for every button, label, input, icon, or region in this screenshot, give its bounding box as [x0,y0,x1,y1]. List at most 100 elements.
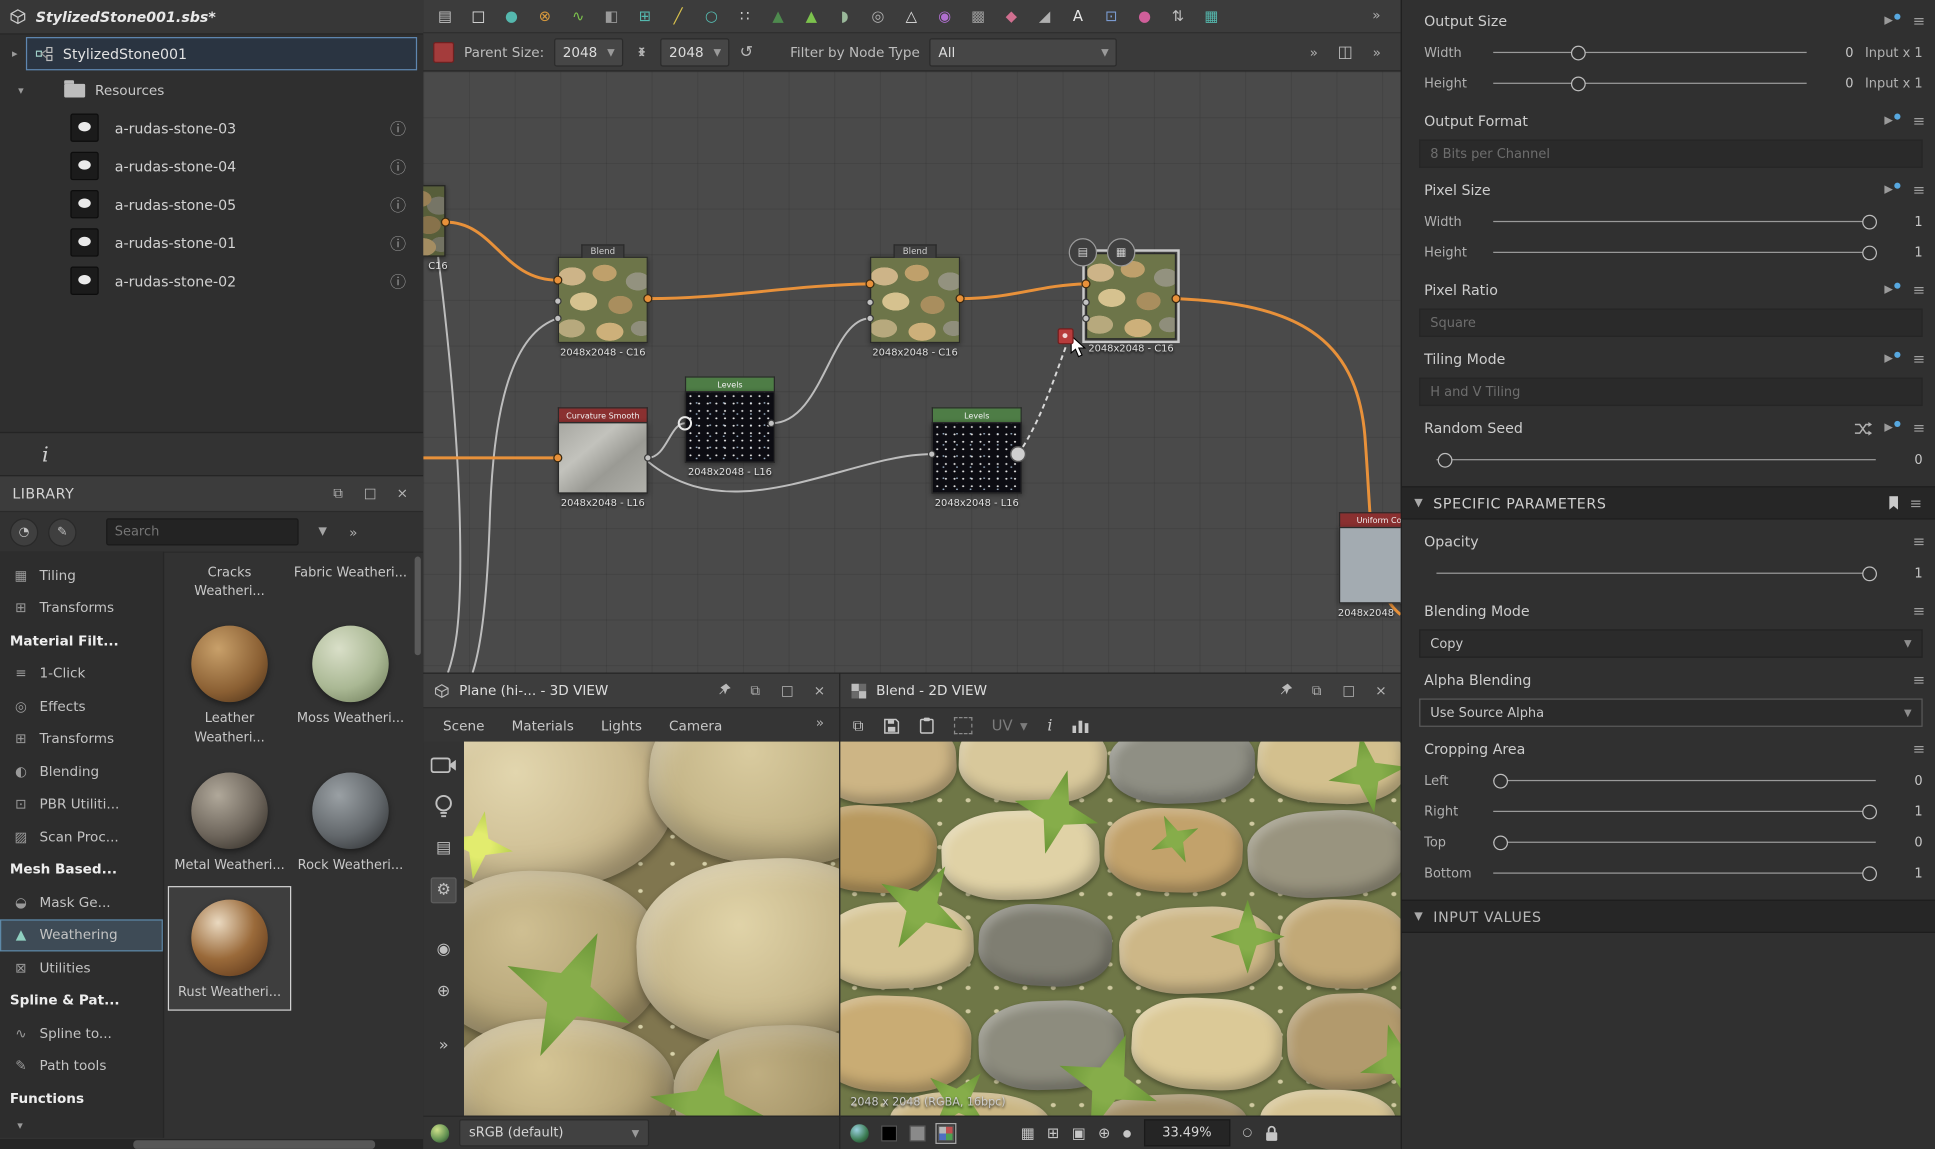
toolbar-node-button[interactable]: ▩ [961,0,994,33]
library-category[interactable]: Spline & Pat... [0,984,163,1017]
pin-icon[interactable] [718,682,732,696]
shuffle-icon[interactable] [1855,421,1872,435]
zoom-level-input[interactable] [1144,1119,1230,1146]
library-category[interactable]: ∿ Spline to... [0,1017,163,1050]
split-view-icon[interactable]: ◫ [1338,43,1353,62]
link-size-icon[interactable] [633,44,650,59]
collapse-chevron-icon[interactable]: ▾ [12,85,29,97]
toolbar-node-button[interactable]: △ [895,0,928,33]
library-overflow-icon[interactable]: » [339,524,367,540]
library-item[interactable]: Metal Weatheri... [169,760,290,882]
info-icon[interactable]: ⓘ [390,193,406,216]
graph-panel-overflow-icon[interactable]: » [1363,44,1391,60]
library-item[interactable]: Fabric Weatheri... [290,559,411,609]
grid-toggle-icon[interactable]: ▦ [1021,1124,1035,1141]
parameter-menu-icon[interactable]: ≡ [1913,740,1925,757]
toolbar-node-button[interactable]: ╱ [661,0,694,33]
bookmark-icon[interactable] [1889,495,1900,510]
output-format-dropdown[interactable]: 8 Bits per Channel [1419,139,1922,167]
expand-chevron-icon[interactable]: ▸ [6,48,23,60]
background-black-swatch[interactable] [881,1125,897,1141]
expose-parameter-icon[interactable]: ▶ [1884,15,1900,27]
toolbar-node-button[interactable]: ⊞ [628,0,661,33]
toolbar-node-button[interactable]: ◆ [995,0,1028,33]
info-icon[interactable]: ⓘ [390,231,406,254]
output-height-slider[interactable] [1493,75,1806,92]
resource-item[interactable]: a-rudas-stone-05 ⓘ [0,185,423,223]
expose-parameter-icon[interactable]: ▶ [1884,115,1900,127]
save-image-icon[interactable] [883,718,899,734]
node-quick-edit-button[interactable]: ▤ [1069,238,1097,266]
toolbar-node-button[interactable]: ◗ [828,0,861,33]
toolbar-node-button[interactable]: ∿ [561,0,594,33]
graph-canvas[interactable]: C16 Blend 2048x2048 - C16 Blend 2048x204… [423,72,1400,673]
toolbar-node-button[interactable]: □ [462,0,495,33]
copy-image-icon[interactable]: ⧉ [853,716,864,735]
library-category[interactable]: ◒ Mask Ge... [0,886,163,919]
library-category[interactable]: ▦ Tiling [0,559,163,592]
node-input-image[interactable]: C16 [423,185,445,257]
toolbar-node-button[interactable]: ⊡ [1095,0,1128,33]
cropping-slider[interactable] [1493,772,1876,789]
library-category[interactable]: ✎ Path tools [0,1050,163,1083]
node-type-filter-dropdown[interactable]: All▼ [930,38,1118,66]
toolbar-node-button[interactable]: ◉ [928,0,961,33]
library-category[interactable]: ⊡ PBR Utiliti... [0,788,163,821]
document-title-row[interactable]: StylizedStone001.sbs* [0,0,423,35]
library-item[interactable]: Moss Weatheri... [290,614,411,755]
expose-parameter-icon[interactable]: ▶ [1884,184,1900,196]
parameter-menu-icon[interactable]: ≡ [1913,281,1925,298]
node-quick-grid-button[interactable]: ▦ [1107,238,1135,266]
paste-icon[interactable] [919,717,934,734]
node-blend-selected[interactable]: 2048x2048 - C16 [1086,253,1176,339]
toolbar-node-button[interactable]: ∷ [728,0,761,33]
library-category[interactable]: ◎ Effects [0,690,163,723]
library-item[interactable]: Rust Weatheri... [169,887,290,1009]
cropping-slider[interactable] [1493,864,1876,881]
library-item[interactable]: Rock Weatheri... [290,760,411,882]
toolbar-node-button[interactable]: ○ [695,0,728,33]
resources-folder-row[interactable]: ▾ Resources [0,73,423,109]
camera-icon[interactable] [431,752,457,778]
node-levels-2[interactable]: Levels 2048x2048 - L16 [932,407,1022,493]
center-view-icon[interactable]: ⊕ [1098,1124,1110,1141]
node-uniform-color[interactable]: Uniform Col... 2048x2048 [1339,512,1401,603]
library-category[interactable]: ⊞ Transforms [0,592,163,625]
info-icon[interactable]: ⓘ [390,154,406,177]
cropping-slider[interactable] [1493,834,1876,851]
close-panel-icon[interactable]: × [811,682,828,699]
engine-status-icon[interactable] [433,41,454,62]
library-category[interactable]: ▨ Scan Proc... [0,821,163,854]
filter-icon[interactable]: ▼ [318,526,327,538]
graph-toolbar-overflow-icon[interactable]: » [1300,44,1328,60]
specific-parameters-section[interactable]: ▼ SPECIFIC PARAMETERS ≡ [1402,486,1935,519]
environment-image-icon[interactable]: ▤ [431,835,457,861]
info-icon[interactable]: ⓘ [390,269,406,292]
random-seed-slider[interactable] [1436,451,1875,468]
toolbar-node-button[interactable]: ⇅ [1161,0,1194,33]
library-category[interactable]: ⊞ Transforms [0,723,163,756]
library-category[interactable]: Functions [0,1082,163,1115]
toolbar-node-button[interactable]: ● [495,0,528,33]
scroll-down-chevron-icon[interactable]: ▾ [7,1121,22,1133]
menu-item[interactable]: Materials [512,718,574,734]
toolbar-node-button[interactable]: ◢ [1028,0,1061,33]
pin-icon[interactable] [1280,682,1294,696]
parameter-menu-icon[interactable]: ≡ [1913,12,1925,29]
parameter-menu-icon[interactable]: ≡ [1913,420,1925,437]
library-category[interactable]: Mesh Based... [0,853,163,886]
float-panel-icon[interactable]: ⧉ [329,485,346,502]
toolbar-node-button[interactable]: ▦ [1195,0,1228,33]
output-size-dropdown[interactable]: 2048▼ [660,38,729,66]
explorer-graph-item[interactable]: StylizedStone001 [26,37,417,70]
library-horizontal-scrollbar[interactable] [0,1139,423,1149]
section-menu-icon[interactable]: ≡ [1910,494,1923,511]
parameter-menu-icon[interactable]: ≡ [1913,533,1925,550]
zoom-reset-icon[interactable]: ○ [1242,1127,1252,1139]
expose-parameter-icon[interactable]: ▶ [1884,353,1900,365]
2d-view-header[interactable]: Blend - 2D VIEW ⧉ □ × [840,674,1400,709]
fit-view-icon[interactable]: ⊞ [1047,1124,1059,1141]
library-category[interactable]: ◐ Blending [0,755,163,788]
parameter-menu-icon[interactable]: ≡ [1913,181,1925,198]
uv-overlay-dropdown[interactable]: UV ▼ [992,717,1028,734]
